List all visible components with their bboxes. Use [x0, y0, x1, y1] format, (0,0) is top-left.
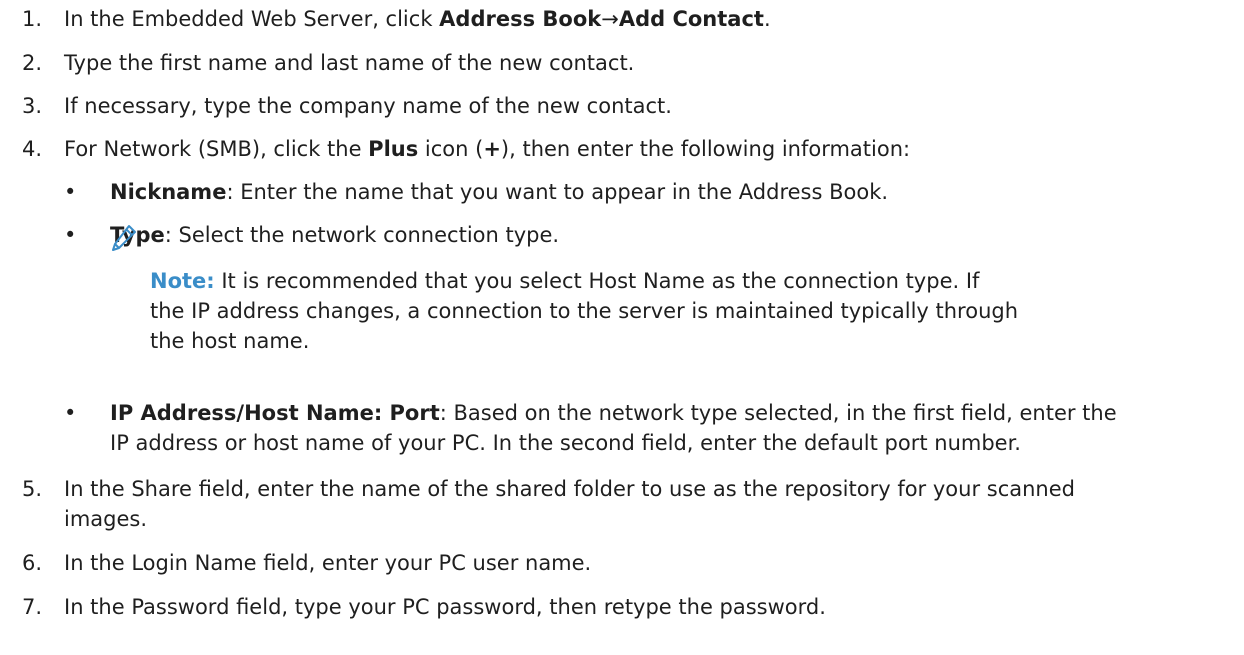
bullet-dot: • [64, 401, 77, 425]
step-text: In the Embedded Web Server, click Addres… [64, 4, 771, 34]
bullet-text: Type: Select the network connection type… [110, 220, 559, 250]
note-text: It is recommended that you select Host N… [214, 269, 980, 293]
step-number: 5. [22, 477, 43, 501]
step-text: For Network (SMB), click the Plus icon (… [64, 134, 910, 164]
step-text: In the Share field, enter the name of th… [64, 477, 1075, 501]
step-text-part: ), then enter the following information: [500, 137, 911, 161]
step-text-part: In the Embedded Web Server, click [64, 7, 440, 31]
note-line-1: Note: It is recommended that you select … [150, 266, 1018, 296]
step-text: In the Login Name field, enter your PC u… [64, 551, 592, 575]
step-number: 1. [22, 7, 43, 31]
step-text-part: For Network (SMB), click the [64, 137, 369, 161]
step-number: 6. [22, 551, 43, 575]
plus-symbol: + [483, 137, 501, 161]
bullet-dot: • [64, 223, 77, 247]
document-page: 1. In the Embedded Web Server, click Add… [0, 0, 1244, 655]
step-number: 7. [22, 595, 43, 619]
ui-term-add-contact: Add Contact [618, 7, 764, 31]
bullet-label: IP Address/Host Name: Port [110, 401, 440, 425]
bullet-body: : Based on the network type selected, in… [439, 401, 1117, 425]
note-line-3: the host name. [150, 329, 310, 353]
note-block: Note: It is recommended that you select … [150, 266, 1018, 356]
step-number: 4. [22, 137, 43, 161]
bullet-body: : Enter the name that you want to appear… [226, 180, 889, 204]
ui-term-address-book: Address Book [439, 7, 602, 31]
bullet-text: IP Address/Host Name: Port: Based on the… [110, 398, 1117, 428]
step-text: In the Password field, type your PC pass… [64, 595, 826, 619]
step-number: 2. [22, 51, 43, 75]
arrow-symbol: → [601, 7, 619, 31]
pencil-icon [112, 225, 136, 251]
step-text: images. [64, 507, 148, 531]
bullet-dot: • [64, 180, 77, 204]
ui-term-plus: Plus [368, 137, 419, 161]
step-text-part: . [763, 7, 771, 31]
bullet-body: : Select the network connection type. [164, 223, 560, 247]
step-number: 3. [22, 94, 43, 118]
bullet-body: IP address or host name of your PC. In t… [110, 431, 1021, 455]
note-line-2: the IP address changes, a connection to … [150, 299, 1019, 323]
step-text: If necessary, type the company name of t… [64, 94, 672, 118]
note-label: Note: [150, 269, 215, 293]
step-text-part: icon ( [418, 137, 484, 161]
bullet-label: Nickname [110, 180, 227, 204]
step-text: Type the first name and last name of the… [64, 51, 635, 75]
bullet-text: Nickname: Enter the name that you want t… [110, 177, 888, 207]
